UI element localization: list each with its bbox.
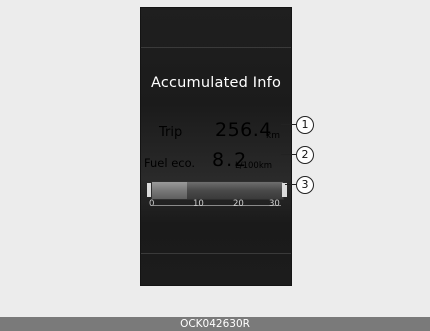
bottom-divider xyxy=(141,253,291,254)
trip-unit: km xyxy=(266,131,280,141)
fuel-economy-unit: L/100km xyxy=(235,161,273,171)
figure: Accumulated Info Trip 256.4 km Fuel eco.… xyxy=(0,0,430,331)
gauge-tick: 0 xyxy=(149,199,155,209)
gauge-tick: 30 xyxy=(269,199,280,209)
gauge-fill xyxy=(152,182,188,199)
fuel-economy-label: Fuel eco. xyxy=(144,156,196,170)
callout-2: 2 xyxy=(296,146,314,164)
trip-value: 256.4 xyxy=(215,119,272,141)
figure-code: OCK042630R xyxy=(0,317,430,331)
callout-leader xyxy=(281,124,296,125)
callout-1: 1 xyxy=(296,116,314,134)
trip-label: Trip xyxy=(159,125,183,140)
gauge-right-cap xyxy=(282,183,287,197)
callout-leader xyxy=(285,184,296,185)
screen-title: Accumulated Info xyxy=(150,75,282,91)
gauge-axis xyxy=(153,205,281,206)
cluster-display: Accumulated Info Trip 256.4 km Fuel eco.… xyxy=(140,7,292,286)
gauge-tick: 20 xyxy=(233,199,244,209)
top-divider xyxy=(141,47,291,48)
callout-leader xyxy=(281,154,296,155)
fuel-economy-gauge xyxy=(151,181,284,200)
callout-3: 3 xyxy=(296,176,314,194)
gauge-tick: 10 xyxy=(193,199,204,209)
